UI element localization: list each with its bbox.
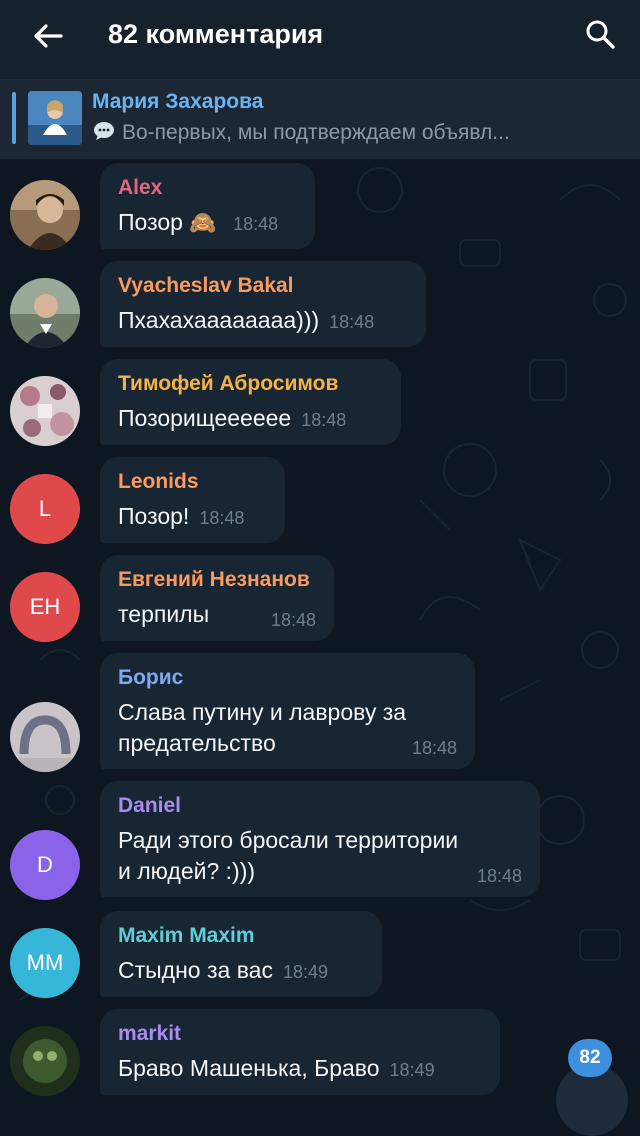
avatar-initials: ЕН bbox=[29, 594, 61, 619]
message-bubble[interactable]: Alex Позор 🙈 18:48 bbox=[100, 163, 315, 249]
sender-name: Тимофей Абросимов bbox=[118, 372, 339, 395]
message-bubble[interactable]: markit Браво Машенька, Браво 18:49 bbox=[100, 1009, 500, 1095]
avatar[interactable]: D bbox=[10, 830, 80, 900]
chat-header: 82 комментария bbox=[0, 0, 640, 78]
arrow-left-icon bbox=[34, 24, 63, 48]
avatar-initials: L bbox=[38, 496, 52, 521]
avatar[interactable]: MM bbox=[10, 928, 80, 998]
sender-name: markit bbox=[118, 1022, 182, 1045]
avatar[interactable]: ЕН bbox=[10, 572, 80, 642]
pinned-sender: Мария Захарова bbox=[92, 90, 264, 113]
message-text: Позор! 18:48 bbox=[118, 503, 245, 529]
sender-name: Vyacheslav Bakal bbox=[118, 274, 294, 297]
pinned-preview: Во-первых, мы подтверждаем объявл... bbox=[92, 120, 612, 145]
search-button[interactable] bbox=[580, 14, 620, 54]
message-text: Позорищееееее 18:48 bbox=[118, 405, 347, 431]
pinned-thumbnail bbox=[28, 91, 82, 145]
avatar-initials: MM bbox=[26, 950, 64, 975]
message-bubble[interactable]: Борис Слава путину и лаврову за предател… bbox=[100, 653, 475, 769]
message-time: 18:48 bbox=[411, 738, 457, 758]
message-text: Браво Машенька, Браво 18:49 bbox=[118, 1055, 435, 1081]
see-no-evil-monkey-icon: 🙈 bbox=[189, 210, 217, 235]
message-bubble[interactable]: Евгений Незнанов терпилы 18:48 bbox=[100, 555, 334, 641]
sender-name: Евгений Незнанов bbox=[118, 568, 310, 591]
search-icon bbox=[586, 20, 615, 49]
back-button[interactable] bbox=[28, 16, 68, 56]
avatar-initials: D bbox=[37, 852, 53, 877]
avatar[interactable] bbox=[10, 702, 80, 772]
avatar[interactable]: L bbox=[10, 474, 80, 544]
message-bubble[interactable]: Vyacheslav Bakal Пхахахаааааааа))) 18:48 bbox=[100, 261, 426, 347]
sender-name: Maxim Maxim bbox=[118, 924, 255, 947]
avatar[interactable] bbox=[10, 180, 80, 250]
avatar[interactable] bbox=[10, 1026, 80, 1096]
message-time: 18:48 bbox=[270, 610, 316, 630]
unread-count-badge[interactable]: 82 bbox=[568, 1039, 612, 1077]
avatar[interactable] bbox=[10, 278, 80, 348]
message-bubble[interactable]: Daniel Ради этого бросали территории и л… bbox=[100, 781, 540, 897]
message-time: 18:48 bbox=[233, 214, 279, 234]
message-text: Пхахахаааааааа))) 18:48 bbox=[118, 307, 375, 333]
message-time: 18:48 bbox=[301, 410, 347, 430]
avatar[interactable] bbox=[10, 376, 80, 446]
message-time: 18:48 bbox=[199, 508, 245, 528]
sender-name: Борис bbox=[118, 666, 184, 689]
message-text: Позор 🙈 18:48 bbox=[118, 209, 279, 235]
message-text: Ради этого бросали территории и людей? :… bbox=[118, 827, 459, 884]
message-bubble[interactable]: Тимофей Абросимов Позорищееееее 18:48 bbox=[100, 359, 401, 445]
message-text: Стыдно за вас 18:49 bbox=[118, 957, 329, 983]
message-time: 18:49 bbox=[282, 962, 329, 982]
sender-name: Daniel bbox=[118, 794, 182, 817]
message-text: Слава путину и лаврову за предательство bbox=[118, 699, 407, 756]
message-time: 18:48 bbox=[476, 866, 522, 886]
message-bubble[interactable]: Leonids Позор! 18:48 bbox=[100, 457, 285, 543]
pinned-indicator bbox=[12, 92, 16, 144]
sender-name: Alex bbox=[118, 176, 163, 199]
comment-bubble-icon bbox=[94, 122, 114, 140]
message-time: 18:48 bbox=[329, 312, 375, 332]
message-bubble[interactable]: Maxim Maxim Стыдно за вас 18:49 bbox=[100, 911, 382, 997]
page-title: 82 комментария bbox=[108, 19, 324, 49]
sender-name: Leonids bbox=[118, 470, 199, 493]
message-time: 18:49 bbox=[389, 1060, 435, 1080]
